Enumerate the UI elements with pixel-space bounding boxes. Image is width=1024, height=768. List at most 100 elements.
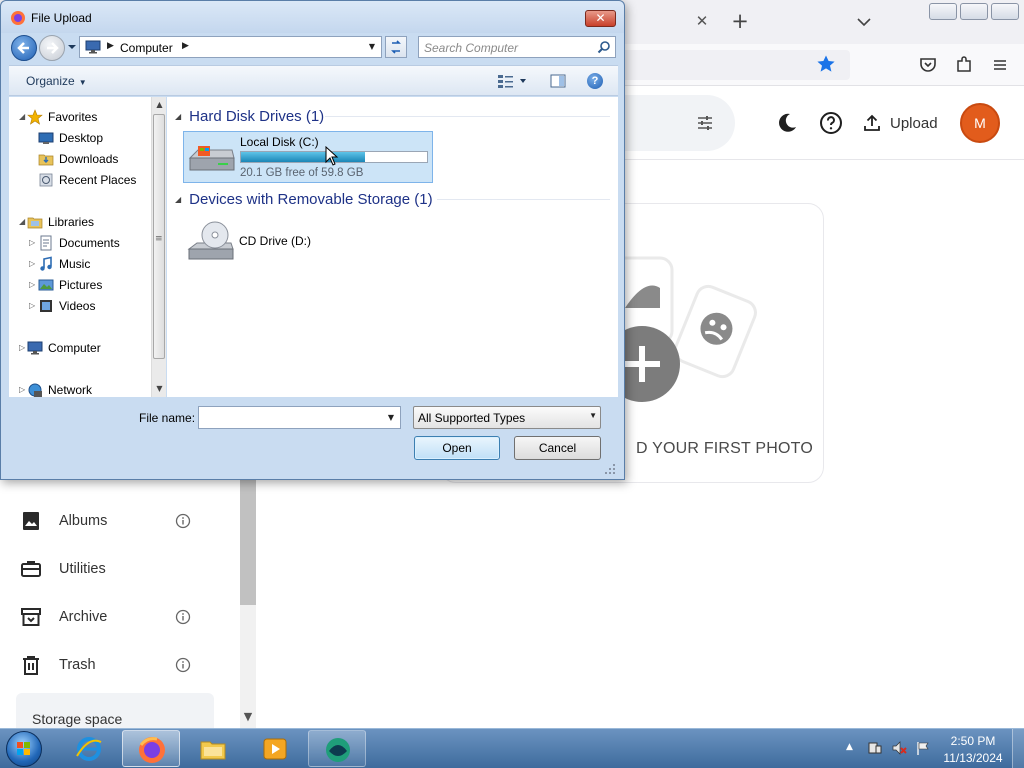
search-icon[interactable] [597,40,611,54]
expand-arrow-icon[interactable]: ▷ [29,301,35,310]
close-window-button[interactable] [991,3,1019,20]
sidebar-item-utilities[interactable]: Utilities [20,554,220,584]
sidebar-item-archive[interactable]: Archive [20,602,220,632]
open-button[interactable]: Open [414,436,500,460]
music-icon [40,256,52,271]
forward-button[interactable] [39,35,65,61]
firefox-icon [11,11,25,25]
close-icon[interactable]: ✕ [585,10,616,27]
address-location[interactable]: Computer [120,41,173,55]
refresh-button[interactable] [385,36,407,58]
organize-menu-button[interactable]: Organize ▼ [26,74,87,88]
expand-arrow-icon[interactable]: ▷ [29,238,35,247]
expand-arrow-icon[interactable]: ▷ [29,259,35,268]
avatar[interactable]: M [960,103,1000,143]
taskbar-internet-explorer[interactable] [60,730,118,767]
group-label: Devices with Removable Storage (1) [189,190,433,208]
taskbar-media-player[interactable] [246,730,304,767]
info-icon[interactable] [175,609,191,625]
resize-grip-icon[interactable] [604,463,616,475]
recent-places-icon [39,173,53,186]
minimize-button[interactable] [929,3,957,20]
chevron-right-icon[interactable]: ▶ [107,41,114,51]
action-center-icon[interactable] [867,740,883,756]
nav-item-downloads[interactable]: Downloads [38,149,118,168]
file-name-input[interactable] [198,406,401,429]
address-bar[interactable]: ▶ Computer ▶ ▼ [79,36,382,58]
nav-item-favorites[interactable]: Favorites [27,107,97,126]
nav-item-label: Documents [59,235,120,250]
preview-pane-icon[interactable] [550,73,566,89]
pocket-icon[interactable] [918,55,938,75]
collapse-arrow-icon[interactable]: ◢ [19,217,25,226]
nav-item-pictures[interactable]: Pictures [38,275,102,294]
sidebar-item-albums[interactable]: Albums [20,506,220,536]
show-desktop-button[interactable] [1012,729,1024,768]
expand-arrow-icon[interactable]: ▷ [19,385,25,394]
drive-name: Local Disk (C:) [240,135,319,149]
recent-locations-dropdown-icon[interactable] [67,43,77,51]
sidebar-item-label: Archive [59,609,108,625]
file-name-dropdown-icon[interactable]: ▼ [384,410,398,425]
chevron-down-icon[interactable]: ▼ [240,710,256,726]
tune-icon[interactable] [695,113,715,133]
upload-button[interactable]: Upload [862,108,938,138]
help-icon[interactable] [819,111,843,135]
show-hidden-icons-icon[interactable]: ▲ [846,742,853,752]
search-computer-input[interactable]: Search Computer [418,36,616,58]
sidebar-item-trash[interactable]: Trash [20,650,220,680]
scroll-down-icon[interactable]: ▼ [152,381,167,396]
help-icon[interactable]: ? [587,73,603,89]
tab-close-icon[interactable]: ✕ [693,12,711,30]
new-tab-icon[interactable]: + [730,10,750,32]
scroll-up-icon[interactable]: ▲ [152,97,167,112]
dialog-title-bar[interactable]: File Upload ✕ [1,1,624,33]
info-icon[interactable] [175,513,191,529]
chevron-right-icon[interactable]: ▶ [182,41,189,51]
back-button[interactable] [11,35,37,61]
info-icon[interactable] [175,657,191,673]
drive-item-d[interactable]: CD Drive (D:) [183,217,433,269]
drive-item-c[interactable]: Local Disk (C:) 20.1 GB free of 59.8 GB [183,131,433,183]
drive-name: CD Drive (D:) [239,234,311,248]
volume-muted-icon[interactable] [891,740,907,756]
taskbar-firefox[interactable] [122,730,180,767]
cancel-button[interactable]: Cancel [514,436,601,460]
group-removable-storage[interactable]: ◢ Devices with Removable Storage (1) [175,190,433,208]
expand-arrow-icon[interactable]: ▷ [29,280,35,289]
taskbar-app[interactable] [308,730,366,767]
nav-item-desktop[interactable]: Desktop [38,128,103,147]
collapse-arrow-icon[interactable]: ◢ [19,112,25,121]
star-icon[interactable] [816,54,836,74]
clock-date[interactable]: 11/13/2024 [940,751,1006,765]
restore-button[interactable] [960,3,988,20]
nav-item-recent-places[interactable]: Recent Places [38,170,136,189]
file-name-label: File name: [139,411,196,425]
chevron-down-icon: ▼ [589,411,597,420]
collapse-arrow-icon: ◢ [175,194,182,204]
dark-mode-icon[interactable] [776,112,798,134]
group-hard-disk-drives[interactable]: ◢ Hard Disk Drives (1) [175,107,324,125]
extensions-icon[interactable] [954,55,974,75]
navigation-pane-scrollbar[interactable]: ▲ ≡ ▼ [151,97,166,397]
flag-icon[interactable] [915,740,931,756]
libraries-icon [27,217,43,228]
taskbar-file-explorer[interactable] [184,730,242,767]
nav-item-music[interactable]: Music [38,254,90,273]
nav-item-network[interactable]: Network [27,380,92,399]
menu-icon[interactable] [990,55,1010,75]
expand-arrow-icon[interactable]: ▷ [19,343,25,352]
change-view-icon[interactable] [496,73,528,89]
storage-space-panel[interactable]: Storage space [16,693,214,733]
start-button[interactable] [6,731,42,767]
nav-item-computer[interactable]: Computer [27,338,101,357]
address-dropdown-icon[interactable]: ▼ [364,38,380,56]
nav-item-label: Network [48,382,93,397]
file-type-select[interactable]: All Supported Types ▼ [413,406,601,429]
nav-item-videos[interactable]: Videos [38,296,95,315]
nav-item-documents[interactable]: Documents [38,233,120,252]
computer-icon [27,341,43,354]
chevron-down-icon[interactable] [854,12,874,32]
nav-item-libraries[interactable]: Libraries [27,212,94,231]
clock-time[interactable]: 2:50 PM [940,734,1006,748]
